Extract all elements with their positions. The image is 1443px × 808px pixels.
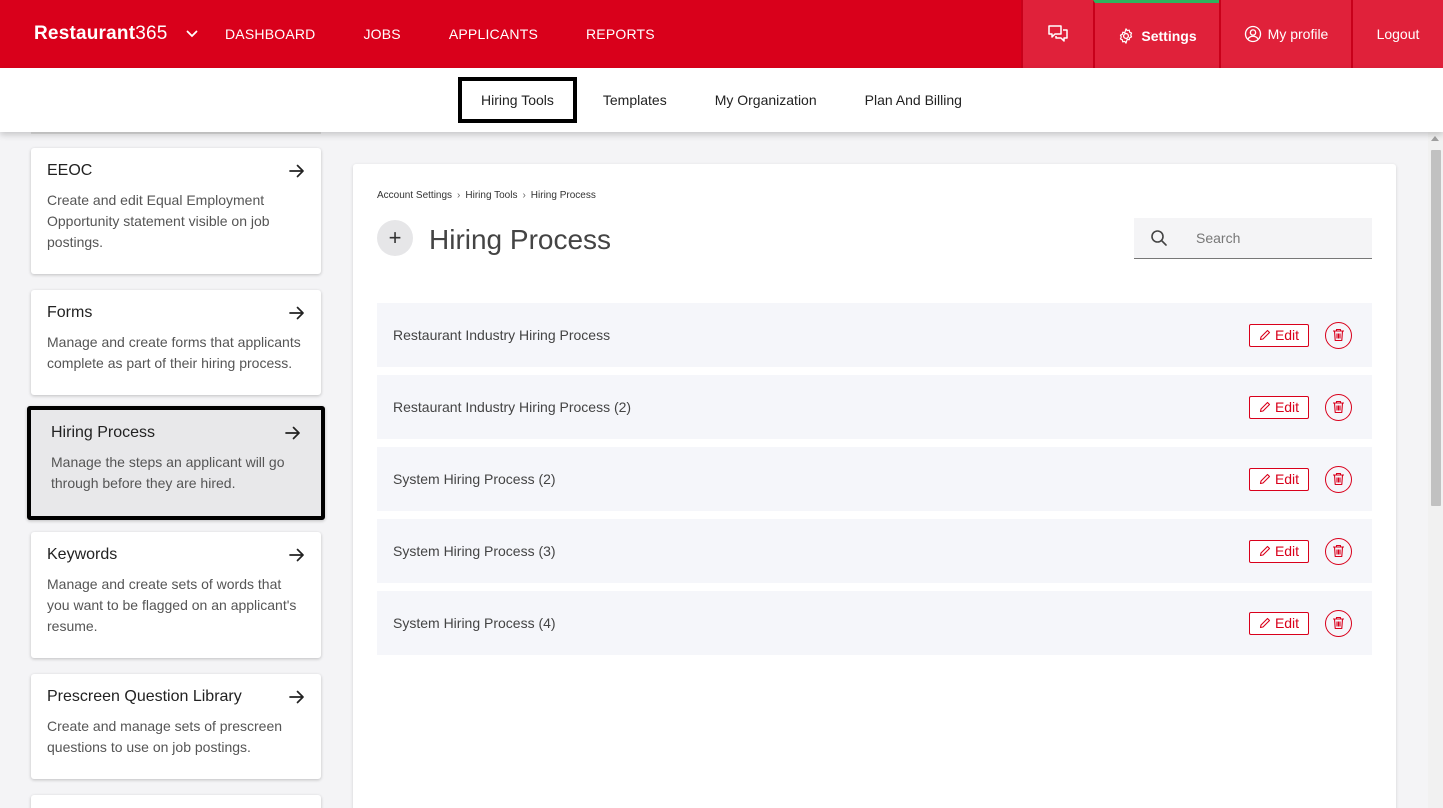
trash-icon [1333, 472, 1344, 486]
delete-button[interactable] [1325, 465, 1352, 493]
trash-icon [1333, 544, 1344, 558]
tab-my-organization[interactable]: My Organization [691, 92, 841, 108]
edit-button[interactable]: Edit [1249, 611, 1309, 635]
scroll-up-arrow[interactable] [1431, 136, 1439, 141]
add-hiring-process-button[interactable]: + [377, 220, 413, 256]
sidebar-card-eeoc[interactable]: EEOC Create and edit Equal Employment Op… [31, 148, 321, 274]
card-description: Manage and create sets of words that you… [47, 576, 297, 634]
card-description: Manage the steps an applicant will go th… [51, 454, 285, 491]
search-box [1134, 218, 1372, 259]
edit-button[interactable]: Edit [1249, 539, 1309, 563]
chat-bubbles-icon [1048, 25, 1068, 42]
list-item[interactable]: System Hiring Process (2) Edit [377, 447, 1372, 511]
card-description: Manage and create forms that applicants … [47, 334, 301, 371]
card-description: Create and edit Equal Employment Opportu… [47, 192, 270, 250]
tab-hiring-tools[interactable]: Hiring Tools [458, 77, 577, 123]
breadcrumb: Account Settings › Hiring Tools › Hiring… [377, 190, 596, 201]
hiring-process-panel: Account Settings › Hiring Tools › Hiring… [353, 164, 1396, 808]
main-nav: DASHBOARD JOBS APPLICANTS REPORTS [225, 0, 703, 68]
breadcrumb-hiring-tools[interactable]: Hiring Tools [465, 190, 517, 201]
card-title: Keywords [47, 546, 118, 563]
my-profile-button[interactable]: My profile [1219, 0, 1351, 68]
settings-label: Settings [1141, 27, 1197, 44]
process-name: System Hiring Process (4) [393, 615, 556, 631]
scroll-thumb[interactable] [1431, 150, 1441, 506]
breadcrumb-hiring-process: Hiring Process [530, 190, 596, 201]
nav-dashboard[interactable]: DASHBOARD [225, 26, 315, 42]
breadcrumb-account-settings[interactable]: Account Settings [377, 190, 452, 201]
user-circle-icon [1244, 25, 1261, 43]
brand-logo[interactable]: Restaurant365 [34, 23, 168, 45]
sidebar-card-partial[interactable] [31, 795, 321, 808]
card-title: Prescreen Question Library [47, 688, 242, 705]
process-name: Restaurant Industry Hiring Process [393, 327, 611, 343]
nav-applicants[interactable]: APPLICANTS [449, 26, 538, 42]
card-title: Hiring Process [51, 424, 156, 441]
pencil-icon [1259, 617, 1270, 629]
brand[interactable]: Restaurant365 [0, 23, 225, 45]
arrow-right-icon [289, 690, 304, 704]
process-name: System Hiring Process (2) [393, 471, 556, 487]
nav-right-actions: Settings My profile Logout [1021, 0, 1443, 68]
trash-icon [1333, 616, 1344, 630]
top-navbar: Restaurant365 DASHBOARD JOBS APPLICANTS … [0, 0, 1443, 68]
pencil-icon [1259, 545, 1270, 557]
card-title: EEOC [47, 162, 93, 179]
pencil-icon [1259, 401, 1270, 413]
sidebar-card-prescreen-question-library[interactable]: Prescreen Question Library Create and ma… [31, 674, 321, 779]
settings-subnav: Hiring Tools Templates My Organization P… [0, 68, 1443, 132]
list-item[interactable]: System Hiring Process (4) Edit [377, 591, 1372, 655]
pencil-icon [1259, 329, 1270, 341]
card-title: Forms [47, 304, 93, 321]
edit-label: Edit [1274, 471, 1300, 487]
settings-button[interactable]: Settings [1093, 0, 1219, 68]
arrow-right-icon [289, 306, 304, 320]
sidebar-card-forms[interactable]: Forms Manage and create forms that appli… [31, 290, 321, 395]
page-title: Hiring Process [429, 224, 612, 255]
list-item[interactable]: Restaurant Industry Hiring Process Edit [377, 303, 1372, 367]
edit-label: Edit [1274, 327, 1300, 343]
logout-button[interactable]: Logout [1351, 0, 1443, 68]
sidebar-card-hiring-process[interactable]: Hiring Process Manage the steps an appli… [27, 406, 325, 520]
edit-label: Edit [1274, 543, 1300, 559]
process-name: System Hiring Process (3) [393, 543, 556, 559]
search-icon[interactable] [1150, 229, 1168, 247]
list-item[interactable]: System Hiring Process (3) Edit [377, 519, 1372, 583]
page-scrollbar[interactable] [1428, 132, 1443, 808]
search-input[interactable] [1196, 230, 1356, 246]
trash-icon [1333, 400, 1344, 414]
list-item[interactable]: Restaurant Industry Hiring Process (2) E… [377, 375, 1372, 439]
my-profile-label: My profile [1267, 26, 1329, 42]
pencil-icon [1259, 473, 1270, 485]
nav-reports[interactable]: REPORTS [586, 26, 655, 42]
tab-plan-and-billing[interactable]: Plan And Billing [841, 92, 986, 108]
arrow-right-icon [289, 164, 304, 178]
gear-icon [1120, 27, 1133, 44]
delete-button[interactable] [1325, 321, 1352, 349]
edit-button[interactable]: Edit [1249, 323, 1309, 347]
delete-button[interactable] [1325, 609, 1352, 637]
edit-label: Edit [1274, 615, 1300, 631]
edit-label: Edit [1274, 399, 1300, 415]
arrow-right-icon [285, 426, 300, 440]
breadcrumb-separator: › [457, 190, 461, 201]
edit-button[interactable]: Edit [1249, 395, 1309, 419]
sidebar-card-keywords[interactable]: Keywords Manage and create sets of words… [31, 532, 321, 658]
trash-icon [1333, 328, 1344, 342]
card-description: Create and manage sets of prescreen ques… [47, 718, 283, 755]
chevron-down-icon[interactable] [186, 30, 198, 38]
process-name: Restaurant Industry Hiring Process (2) [393, 399, 632, 415]
arrow-right-icon [289, 548, 304, 562]
tab-templates[interactable]: Templates [579, 92, 691, 108]
chat-button[interactable] [1021, 0, 1093, 68]
breadcrumb-separator: › [522, 190, 526, 201]
nav-jobs[interactable]: JOBS [363, 26, 400, 42]
edit-button[interactable]: Edit [1249, 467, 1309, 491]
card-above-fold [31, 132, 321, 134]
delete-button[interactable] [1325, 393, 1352, 421]
delete-button[interactable] [1325, 537, 1352, 565]
